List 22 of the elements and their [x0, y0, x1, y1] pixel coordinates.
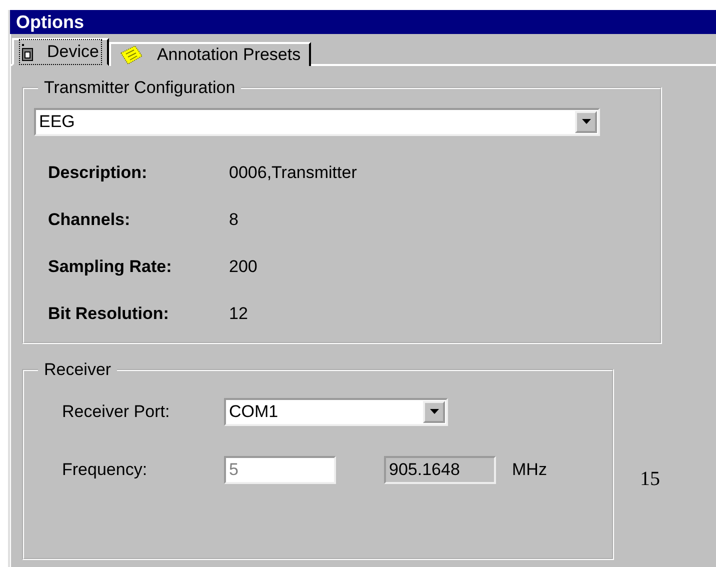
group-title: Receiver — [43, 360, 112, 380]
note-icon — [118, 45, 143, 65]
field-value: 8 — [229, 209, 240, 231]
unit-label: MHz — [511, 460, 548, 480]
tab[interactable]: Device — [12, 38, 109, 66]
window-title: Options — [10, 10, 716, 34]
field-value: 0006,Transmitter — [229, 162, 358, 184]
page-number: 15 — [640, 468, 660, 491]
field-label: Receiver Port: — [62, 402, 171, 422]
field-value: 200 — [229, 256, 258, 278]
field-value: 12 — [229, 303, 249, 325]
field-label: Description: — [48, 162, 148, 184]
device-icon — [22, 43, 33, 61]
group-title: Transmitter Configuration — [43, 78, 236, 98]
frequency-readout: 905.1648 — [384, 456, 496, 484]
tab[interactable]: Annotation Presets — [108, 42, 311, 66]
transmitter-dropdown[interactable]: EEG — [34, 108, 600, 136]
field-label: Frequency: — [62, 460, 148, 480]
field-label: Sampling Rate: — [48, 256, 173, 278]
field-label: Bit Resolution: — [48, 303, 170, 325]
port-dropdown[interactable]: COM1 — [224, 398, 448, 426]
field-label: Channels: — [48, 209, 132, 231]
